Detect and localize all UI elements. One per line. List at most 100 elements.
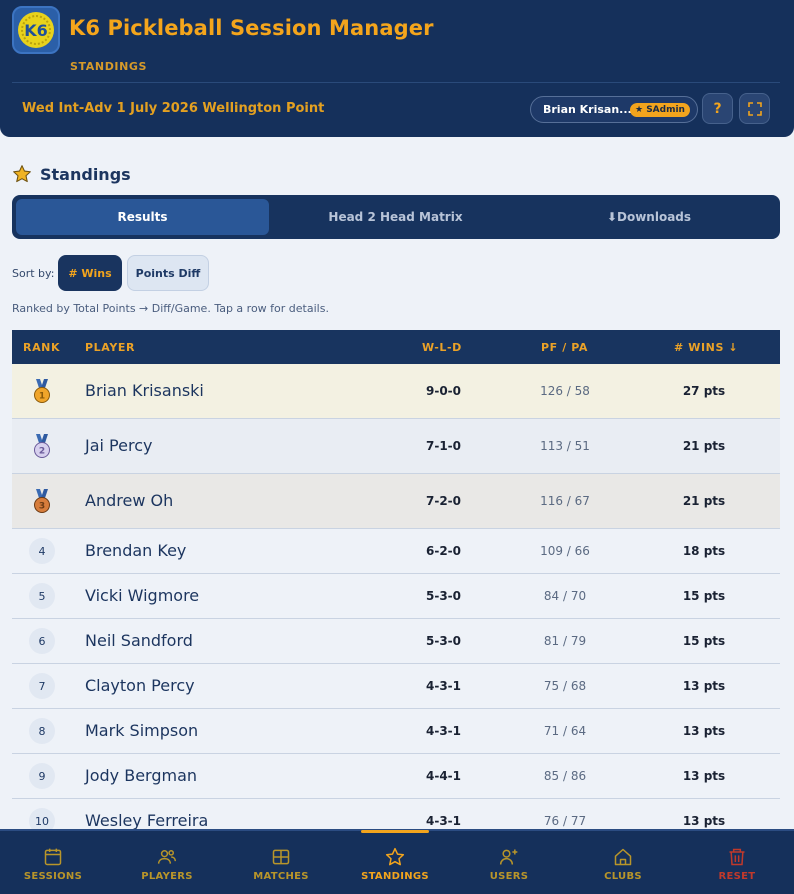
tab-head-2-head-matrix[interactable]: Head 2 Head Matrix — [269, 199, 522, 235]
calendar-icon — [44, 848, 62, 866]
points-for-against: 126 / 58 — [540, 384, 590, 398]
rank-badge: 5 — [29, 583, 55, 609]
fullscreen-button[interactable] — [739, 93, 770, 124]
player-name: Wesley Ferreira — [85, 811, 209, 830]
total-points: 18 pts — [682, 544, 726, 558]
tab-results[interactable]: Results — [16, 199, 269, 235]
win-loss-draw: 6-2-0 — [425, 544, 461, 558]
nav-standings[interactable]: STANDINGS — [338, 831, 452, 894]
grid-icon — [272, 849, 290, 865]
player-name: Brendan Key — [85, 541, 187, 560]
rank-badge: 6 — [29, 628, 55, 654]
total-points: 15 pts — [682, 589, 726, 603]
trash-icon — [729, 848, 745, 866]
rank-badge: 4 — [29, 538, 55, 564]
nav-players[interactable]: PLAYERS — [110, 831, 224, 894]
medal-rank: 2 — [39, 447, 45, 457]
bronze-medal-icon: 3 — [32, 489, 52, 515]
section-title: Standings — [40, 164, 131, 184]
app-header: K6 K6 Pickleball Session Manager STANDIN… — [0, 0, 794, 137]
table-row[interactable]: 1 Brian Krisanski 9-0-0 126 / 58 27 pts — [12, 364, 780, 419]
session-name: Wed Int-Adv 1 July 2026 Wellington Point — [22, 101, 325, 116]
win-loss-draw: 5-3-0 — [425, 589, 461, 603]
help-button[interactable]: ? — [702, 93, 733, 124]
nav-label: STANDINGS — [361, 871, 429, 882]
medal-rank: 3 — [39, 502, 45, 512]
win-loss-draw: 4-3-1 — [425, 724, 461, 738]
user-menu-button[interactable]: Brian Krisan... ★ SAdmin — [530, 96, 698, 123]
win-loss-draw: 4-3-1 — [425, 814, 461, 828]
sort-label: Sort by: — [12, 267, 55, 280]
ranking-note: Ranked by Total Points → Diff/Game. Tap … — [12, 302, 329, 315]
page-subtitle: STANDINGS — [70, 60, 148, 73]
table-row[interactable]: 3 Andrew Oh 7-2-0 116 / 67 21 pts — [12, 474, 780, 529]
total-points: 13 pts — [682, 724, 726, 738]
table-row[interactable]: 6 Neil Sandford 5-3-0 81 / 79 15 pts — [12, 619, 780, 664]
player-name: Andrew Oh — [85, 491, 174, 510]
standings-tabs: Results Head 2 Head Matrix ⬇Downloads — [12, 195, 780, 239]
tab-downloads[interactable]: ⬇Downloads — [522, 199, 776, 235]
header-wins-sort[interactable]: # WINS ↓ — [674, 341, 738, 354]
header-pfpa: PF / PA — [541, 341, 589, 354]
total-points: 13 pts — [682, 679, 726, 693]
sort-wins-button[interactable]: # Wins — [58, 255, 122, 291]
total-points: 21 pts — [682, 439, 726, 453]
win-loss-draw: 9-0-0 — [425, 384, 461, 398]
header-player: PLAYER — [85, 341, 136, 354]
player-name: Jai Percy — [85, 436, 153, 455]
fullscreen-icon — [747, 101, 762, 116]
nav-matches[interactable]: MATCHES — [224, 831, 338, 894]
gold-medal-icon: 1 — [32, 379, 52, 405]
app-logo: K6 — [12, 6, 60, 54]
table-row[interactable]: 7 Clayton Percy 4-3-1 75 / 68 13 pts — [12, 664, 780, 709]
silver-medal-icon: 2 — [32, 434, 52, 460]
add-user-icon — [499, 849, 518, 865]
nav-label: MATCHES — [253, 871, 309, 882]
points-for-against: 85 / 86 — [543, 769, 587, 783]
nav-sessions[interactable]: SESSIONS — [0, 831, 110, 894]
points-for-against: 75 / 68 — [543, 679, 587, 693]
win-loss-draw: 4-3-1 — [425, 679, 461, 693]
points-for-against: 76 / 77 — [543, 814, 587, 828]
points-for-against: 71 / 64 — [543, 724, 587, 738]
medal-rank: 1 — [39, 392, 45, 402]
help-icon: ? — [713, 100, 722, 117]
points-for-against: 113 / 51 — [540, 439, 590, 453]
header-wld: W-L-D — [422, 341, 462, 354]
total-points: 21 pts — [682, 494, 726, 508]
header-divider — [12, 82, 780, 83]
table-row[interactable]: 8 Mark Simpson 4-3-1 71 / 64 13 pts — [12, 709, 780, 754]
rank-badge: 7 — [29, 673, 55, 699]
table-row[interactable]: 4 Brendan Key 6-2-0 109 / 66 18 pts — [12, 529, 780, 574]
home-icon — [614, 848, 632, 866]
nav-label: RESET — [718, 871, 756, 882]
nav-label: USERS — [489, 871, 529, 882]
table-header: RANK PLAYER W-L-D PF / PA # WINS ↓ — [12, 330, 780, 364]
player-name: Clayton Percy — [85, 676, 195, 695]
player-name: Jody Bergman — [85, 766, 198, 785]
active-nav-indicator — [361, 830, 429, 833]
player-name: Vicki Wigmore — [85, 586, 200, 605]
table-row[interactable]: 2 Jai Percy 7-1-0 113 / 51 21 pts — [12, 419, 780, 474]
points-for-against: 84 / 70 — [543, 589, 587, 603]
player-name: Mark Simpson — [85, 721, 199, 740]
players-icon — [157, 850, 177, 864]
table-row[interactable]: 5 Vicki Wigmore 5-3-0 84 / 70 15 pts — [12, 574, 780, 619]
total-points: 15 pts — [682, 634, 726, 648]
sort-points-diff-button[interactable]: Points Diff — [127, 255, 209, 291]
points-for-against: 109 / 66 — [540, 544, 590, 558]
total-points: 13 pts — [682, 814, 726, 828]
nav-users[interactable]: USERS — [452, 831, 566, 894]
win-loss-draw: 7-2-0 — [425, 494, 461, 508]
nav-clubs[interactable]: CLUBS — [566, 831, 680, 894]
pickleball-icon: K6 — [18, 12, 54, 48]
player-name: Brian Krisanski — [85, 381, 204, 400]
win-loss-draw: 5-3-0 — [425, 634, 461, 648]
logo-text: K6 — [24, 20, 48, 40]
total-points: 13 pts — [682, 769, 726, 783]
win-loss-draw: 7-1-0 — [425, 439, 461, 453]
table-row[interactable]: 9 Jody Bergman 4-4-1 85 / 86 13 pts — [12, 754, 780, 799]
nav-reset[interactable]: RESET — [680, 831, 794, 894]
win-loss-draw: 4-4-1 — [425, 769, 461, 783]
star-icon — [13, 165, 31, 183]
